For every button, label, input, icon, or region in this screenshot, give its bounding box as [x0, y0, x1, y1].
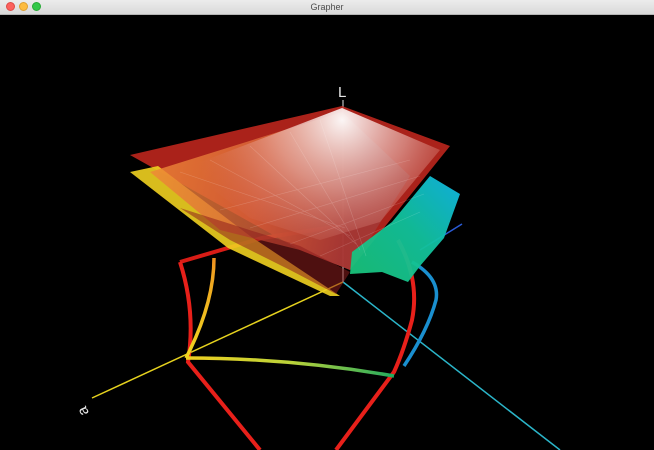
gamut-outline-left	[178, 261, 262, 450]
gamut-outline-bottom	[185, 356, 395, 378]
axis-label-a: a	[74, 403, 93, 418]
title-bar: Grapher	[0, 0, 654, 15]
axis-a	[91, 281, 344, 399]
axis-b	[342, 281, 561, 450]
3d-plot-view[interactable]: L a	[0, 15, 654, 450]
grapher-window: Grapher L a	[0, 0, 654, 450]
axis-label-l: L	[338, 84, 346, 101]
window-title: Grapher	[310, 2, 344, 12]
